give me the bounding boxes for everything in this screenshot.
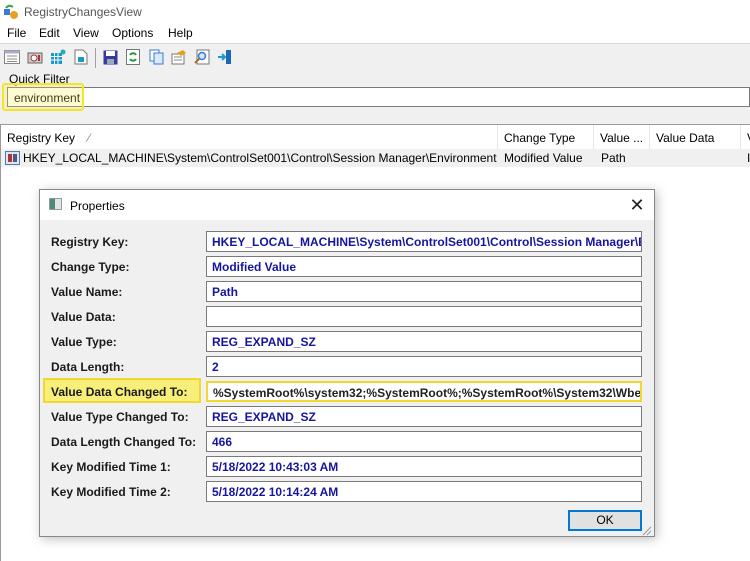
snapshot-button[interactable]: [26, 48, 44, 66]
prop-change-type: Change Type: Modified Value: [40, 256, 654, 278]
column-label: Registry Key: [7, 131, 76, 145]
refresh-button[interactable]: [124, 48, 142, 66]
field-value: 5/18/2022 10:43:03 AM: [212, 460, 339, 474]
field-value: 466: [212, 435, 233, 449]
prop-data-length-changed-to: Data Length Changed To: 466: [40, 431, 654, 453]
data-length-changed-to-field[interactable]: 466: [206, 431, 642, 452]
window-title: RegistryChangesView: [24, 5, 142, 19]
data-length-field[interactable]: 2: [206, 356, 642, 377]
quick-filter-input[interactable]: environment: [7, 87, 750, 107]
list-header: Registry Key ⁄ Change Type Value ... Val…: [1, 125, 750, 149]
prop-key-modified-time-1: Key Modified Time 1: 5/18/2022 10:43:03 …: [40, 456, 654, 478]
field-label: Data Length:: [51, 360, 125, 374]
properties-dialog: Properties ✕ Registry Key: HKEY_LOCAL_MA…: [39, 189, 655, 537]
column-label: Value ...: [600, 131, 644, 145]
field-value: 2: [212, 360, 219, 374]
field-label: Value Type:: [51, 335, 117, 349]
window-titlebar: RegistryChangesView: [0, 0, 750, 24]
value-type-changed-to-field[interactable]: REG_EXPAND_SZ: [206, 406, 642, 427]
prop-data-length: Data Length: 2: [40, 356, 654, 378]
value-data-changed-to-field[interactable]: %SystemRoot%\system32;%SystemRoot%;%Syst…: [206, 381, 642, 402]
save-icon: [103, 50, 117, 64]
registry-item-icon: [5, 151, 20, 165]
toolbar-separator: [95, 48, 96, 68]
grid-icon: [51, 49, 66, 64]
menu-view[interactable]: View: [73, 26, 99, 40]
prop-value-data-changed-to: Value Data Changed To: %SystemRoot%\syst…: [40, 381, 654, 403]
copy-button[interactable]: [147, 48, 165, 66]
dialog-title: Properties: [70, 199, 125, 213]
exit-icon: [218, 50, 231, 64]
grid-button[interactable]: [49, 48, 67, 66]
close-icon[interactable]: ✕: [626, 195, 648, 215]
column-value-data[interactable]: Value Data: [650, 125, 741, 149]
column-value-name[interactable]: Value ...: [594, 125, 650, 149]
prop-key-modified-time-2: Key Modified Time 2: 5/18/2022 10:14:24 …: [40, 481, 654, 503]
field-value: %SystemRoot%\system32;%SystemRoot%;%Syst…: [213, 386, 642, 400]
column-registry-key[interactable]: Registry Key ⁄: [1, 125, 498, 149]
camera-icon: [27, 52, 43, 64]
prop-value-type-changed-to: Value Type Changed To: REG_EXPAND_SZ: [40, 406, 654, 428]
html-report-button[interactable]: [170, 48, 188, 66]
field-label: Key Modified Time 1:: [51, 460, 171, 474]
field-value: Modified Value: [212, 260, 297, 274]
menu-file[interactable]: File: [7, 26, 26, 40]
field-value: Path: [212, 285, 239, 299]
cell-value-name: Path: [601, 151, 626, 165]
value-type-field[interactable]: REG_EXPAND_SZ: [206, 331, 642, 352]
key-modified-time-2-field[interactable]: 5/18/2022 10:14:24 AM: [206, 481, 642, 502]
value-name-field[interactable]: Path: [206, 281, 642, 302]
exit-button[interactable]: [216, 48, 234, 66]
refresh-icon: [126, 49, 140, 65]
menu-bar: File Edit View Options Help: [0, 24, 750, 44]
field-label: Registry Key:: [51, 235, 129, 249]
registry-key-field[interactable]: HKEY_LOCAL_MACHINE\System\ControlSet001\…: [206, 231, 642, 252]
field-value: REG_EXPAND_SZ: [212, 335, 316, 349]
ok-button[interactable]: OK: [568, 510, 642, 531]
field-value: REG_EXPAND_SZ: [212, 410, 316, 424]
prop-registry-key: Registry Key: HKEY_LOCAL_MACHINE\System\…: [40, 231, 654, 253]
field-label: Change Type:: [51, 260, 130, 274]
field-label: Key Modified Time 2:: [51, 485, 171, 499]
find-button[interactable]: [193, 48, 211, 66]
menu-options[interactable]: Options: [112, 26, 153, 40]
prop-value-data: Value Data:: [40, 306, 654, 328]
properties-icon: [4, 50, 20, 64]
export-button[interactable]: [72, 48, 90, 66]
field-label: Value Data Changed To:: [51, 385, 188, 399]
cell-change-type: Modified Value: [504, 151, 583, 165]
copy-icon: [149, 49, 163, 65]
menu-edit[interactable]: Edit: [39, 26, 60, 40]
column-label: Value Data: [656, 131, 715, 145]
dialog-titlebar: Properties ✕: [40, 190, 654, 220]
column-value-type[interactable]: V: [741, 125, 750, 149]
column-change-type[interactable]: Change Type: [498, 125, 594, 149]
export-file-icon: [74, 49, 88, 65]
menu-help[interactable]: Help: [168, 26, 193, 40]
find-icon: [194, 49, 210, 65]
key-modified-time-1-field[interactable]: 5/18/2022 10:43:03 AM: [206, 456, 642, 477]
field-label: Value Type Changed To:: [51, 410, 189, 424]
field-value: 5/18/2022 10:14:24 AM: [212, 485, 339, 499]
sort-ascending-icon: ⁄: [88, 131, 91, 145]
resize-grip-icon[interactable]: [640, 524, 652, 536]
cell-registry-key: HKEY_LOCAL_MACHINE\System\ControlSet001\…: [23, 151, 497, 165]
toolbar: [0, 44, 750, 70]
dialog-window-icon: [49, 198, 62, 210]
quick-filter-highlight: [2, 83, 84, 111]
change-type-field[interactable]: Modified Value: [206, 256, 642, 277]
column-label: Change Type: [504, 131, 576, 145]
field-label: Data Length Changed To:: [51, 435, 197, 449]
field-label: Value Name:: [51, 285, 123, 299]
properties-button[interactable]: [3, 48, 21, 66]
app-icon: [4, 4, 18, 19]
prop-value-name: Value Name: Path: [40, 281, 654, 303]
field-label: Value Data:: [51, 310, 116, 324]
value-data-field[interactable]: [206, 306, 642, 327]
save-button[interactable]: [101, 48, 119, 66]
html-report-icon: [171, 50, 186, 65]
field-value: HKEY_LOCAL_MACHINE\System\ControlSet001\…: [212, 235, 642, 249]
table-row[interactable]: HKEY_LOCAL_MACHINE\System\ControlSet001\…: [1, 149, 750, 167]
prop-value-type: Value Type: REG_EXPAND_SZ: [40, 331, 654, 353]
